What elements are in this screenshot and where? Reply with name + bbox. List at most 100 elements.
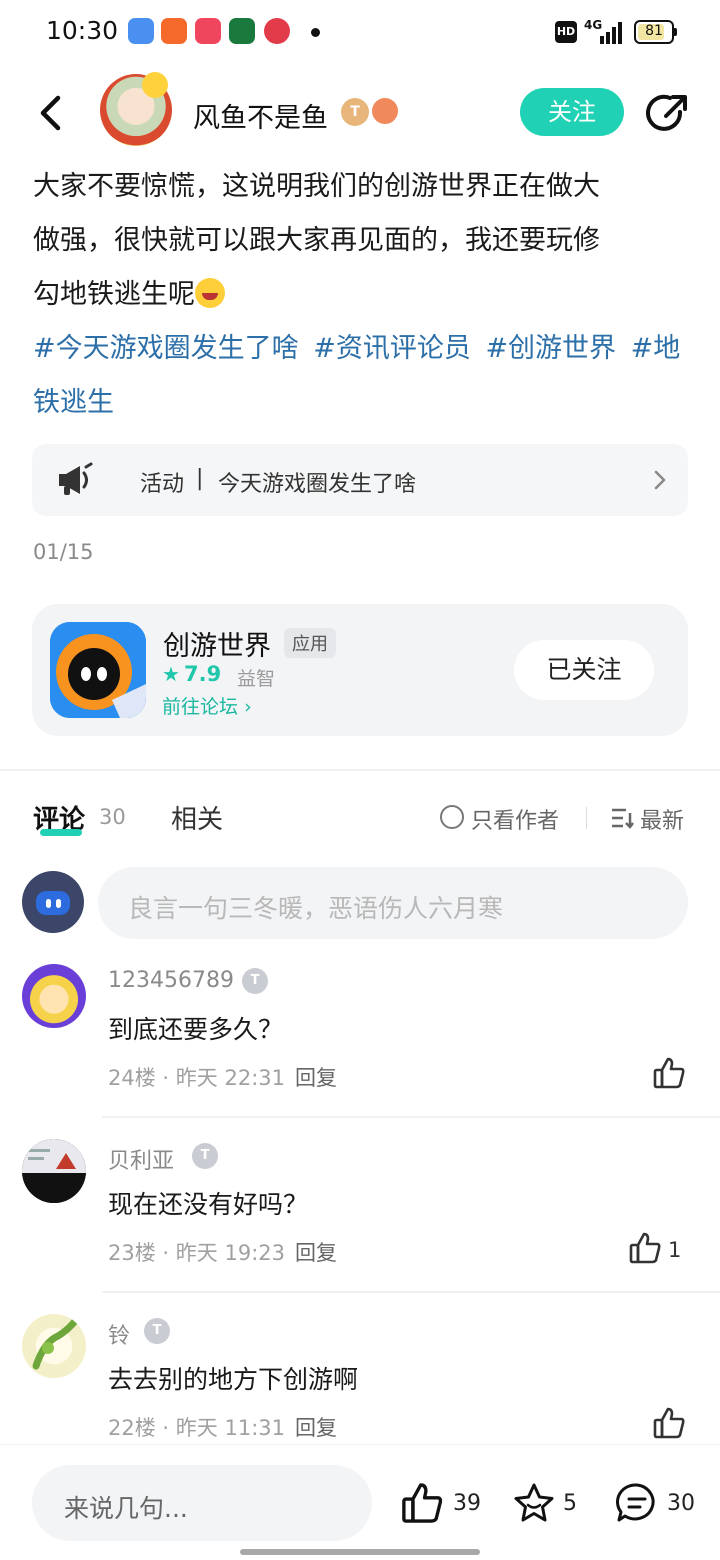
star-icon: ★	[162, 662, 180, 686]
status-bar: 10:30 HD 4G 81	[0, 0, 720, 64]
comment-time: 昨天 19:23	[175, 1241, 285, 1265]
game-genre: 益智	[237, 668, 276, 690]
red-video-icon	[195, 18, 221, 44]
post-line: 大家不要惊慌，这说明我们的创游世界正在做大	[33, 171, 600, 202]
my-avatar	[22, 871, 84, 933]
forum-link[interactable]: 前往论坛 ›	[162, 692, 252, 719]
comment-divider	[102, 1116, 720, 1118]
comment-time: 昨天 22:31	[175, 1066, 285, 1090]
sort-separator	[586, 807, 587, 829]
post-line: 勾地铁逃生呢	[33, 279, 195, 310]
bottom-action-bar: 来说几句... 39 5 30	[0, 1444, 720, 1560]
comment-divider	[102, 1291, 720, 1293]
activity-title: 今天游戏圈发生了啥	[218, 472, 417, 497]
grinning-emoji-icon	[195, 278, 225, 308]
star-icon[interactable]	[512, 1481, 556, 1525]
fan-badge-icon	[372, 98, 398, 124]
tab-related[interactable]: 相关	[171, 799, 223, 836]
reply-button[interactable]: 回复	[295, 1241, 337, 1265]
orange-app-icon	[161, 18, 187, 44]
signal-icon	[600, 22, 622, 44]
reply-button[interactable]: 回复	[295, 1416, 337, 1440]
commenter-name[interactable]: 铃	[108, 1318, 130, 1350]
level-medal-icon: T	[192, 1143, 218, 1169]
comment-count: 30	[99, 805, 126, 829]
activity-separator: |	[196, 466, 204, 491]
comment-text: 到底还要多久？	[108, 1015, 284, 1044]
commenter-avatar[interactable]	[22, 1314, 86, 1378]
comment-item: 贝利亚 T 现在还没有好吗？ 23楼 · 昨天 19:23 回复 1	[0, 1135, 720, 1305]
like-count: 1	[668, 1238, 682, 1262]
level-medal-icon: T	[144, 1318, 170, 1344]
comment-floor: 24楼	[108, 1066, 156, 1090]
comment-bubble-icon[interactable]	[615, 1481, 659, 1525]
like-icon[interactable]	[628, 1231, 662, 1265]
like-icon[interactable]	[652, 1056, 686, 1090]
more-notifications-dot	[311, 28, 320, 37]
home-indicator[interactable]	[240, 1549, 480, 1555]
game-type-tag: 应用	[284, 628, 336, 658]
comment-item: 123456789 T 到底还要多久？ 24楼 · 昨天 22:31 回复	[0, 960, 720, 1130]
comment-input[interactable]: 良言一句三冬暖，恶语伤人六月寒	[98, 867, 688, 939]
meta-separator: ·	[162, 1066, 170, 1090]
active-tab-indicator	[40, 829, 82, 836]
game-name: 创游世界	[163, 631, 271, 662]
hashtag-link[interactable]: #创游世界	[485, 333, 616, 364]
reply-button[interactable]: 回复	[295, 1066, 337, 1090]
comment-text: 现在还没有好吗？	[108, 1190, 309, 1219]
activity-banner[interactable]: 活动 | 今天游戏圈发生了啥	[32, 444, 688, 516]
comment-floor: 23楼	[108, 1241, 156, 1265]
oppo-icon	[229, 18, 255, 44]
back-arrow-icon[interactable]	[28, 90, 74, 136]
share-icon[interactable]	[644, 90, 692, 138]
robot-eye	[56, 899, 61, 908]
status-time: 10:30	[46, 16, 119, 45]
comment-text: 去去别的地方下创游啊	[108, 1365, 359, 1394]
comment-meta: 22楼 · 昨天 11:31 回复	[108, 1412, 337, 1442]
game-app-icon	[50, 622, 146, 718]
chevron-right-icon: ›	[244, 696, 252, 718]
avatar-image	[22, 1139, 86, 1203]
hashtag-list: #今天游戏圈发生了啥 #资讯评论员 #创游世界 #地铁逃生	[33, 322, 693, 430]
commenter-avatar[interactable]	[22, 1139, 86, 1203]
image-page-indicator: 01/15	[33, 540, 94, 564]
red-618-icon	[264, 18, 290, 44]
commenter-avatar[interactable]	[22, 964, 86, 1028]
robot-visor	[36, 891, 70, 915]
like-icon[interactable]	[652, 1406, 686, 1440]
megaphone-icon	[59, 462, 93, 495]
comment-time: 昨天 11:31	[175, 1416, 285, 1440]
post-favorite-count: 5	[563, 1491, 577, 1516]
battery-level: 81	[645, 23, 663, 39]
hashtag-link[interactable]: #今天游戏圈发生了啥	[33, 333, 299, 364]
post-like-count: 39	[453, 1491, 481, 1516]
forum-link-label: 前往论坛	[162, 696, 239, 718]
meta-separator: ·	[162, 1241, 170, 1265]
hashtag-link[interactable]: #资讯评论员	[313, 333, 471, 364]
sort-icon[interactable]	[610, 807, 634, 829]
post-comment-count: 30	[667, 1491, 695, 1516]
author-name[interactable]: 风鱼不是鱼	[193, 96, 328, 135]
reply-input[interactable]: 来说几句...	[32, 1465, 372, 1541]
game-score: 7.9	[184, 662, 222, 686]
blue-app-icon	[128, 18, 154, 44]
post-header: 风鱼不是鱼 T 关注	[0, 72, 720, 156]
author-only-label: 只看作者	[471, 809, 560, 834]
level-medal-icon: T	[341, 98, 369, 126]
radio-circle-icon	[440, 805, 464, 829]
post-body: 大家不要惊慌，这说明我们的创游世界正在做大 做强，很快就可以跟大家再见面的，我还…	[33, 160, 693, 322]
sort-label[interactable]: 最新	[640, 803, 684, 835]
commenter-name[interactable]: 123456789	[108, 968, 234, 993]
like-icon[interactable]	[400, 1481, 444, 1525]
comment-meta: 23楼 · 昨天 19:23 回复	[108, 1237, 337, 1267]
follow-button[interactable]: 关注	[520, 88, 624, 136]
chevron-right-icon	[654, 470, 666, 490]
followed-button[interactable]: 已关注	[514, 640, 654, 700]
avatar-image	[32, 1316, 80, 1370]
commenter-name[interactable]: 贝利亚	[108, 1143, 174, 1175]
meta-separator: ·	[162, 1416, 170, 1440]
battery-tip	[674, 28, 677, 36]
game-card[interactable]: 创游世界 应用 ★ 7.9 益智 前往论坛 › 已关注	[32, 604, 688, 736]
comment-floor: 22楼	[108, 1416, 156, 1440]
battery-icon: 81	[634, 20, 674, 44]
